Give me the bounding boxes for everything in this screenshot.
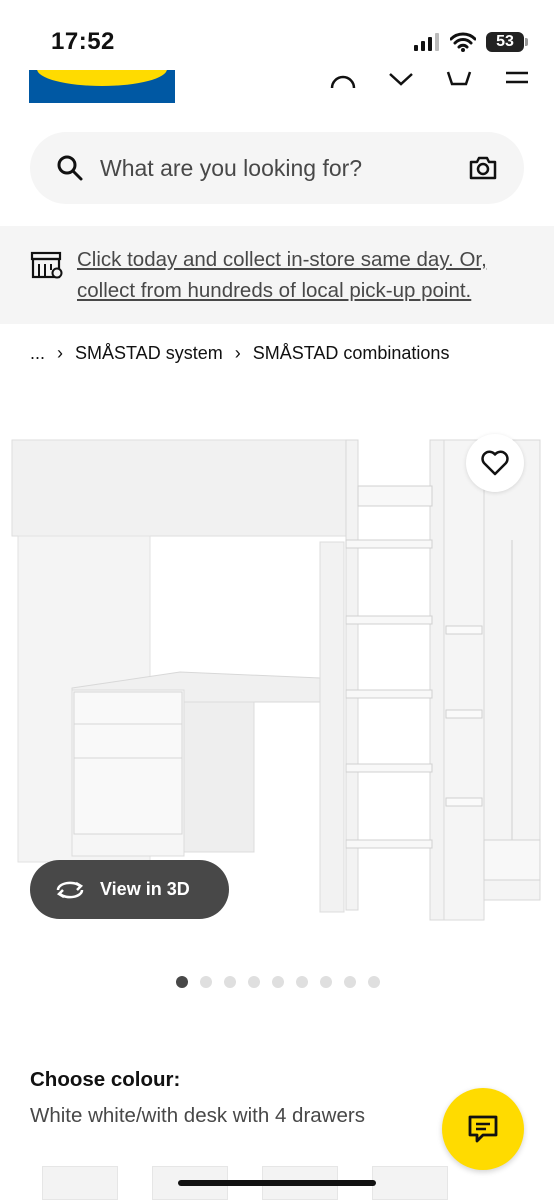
- heart-icon: [481, 450, 509, 476]
- carousel-dot[interactable]: [368, 976, 380, 988]
- status-time: 17:52: [51, 28, 115, 55]
- bed-top-panel: [11, 439, 347, 537]
- search-input[interactable]: [100, 132, 460, 204]
- shelf-3: [445, 797, 483, 807]
- carousel-dot[interactable]: [224, 976, 236, 988]
- wardrobe-drawer: [483, 839, 541, 881]
- click-collect-banner: Click today and collect in-store same da…: [0, 226, 554, 324]
- chat-button[interactable]: [442, 1088, 524, 1170]
- logo-oval: [37, 70, 167, 86]
- search-icon: [57, 155, 83, 181]
- view-in-3d-label: View in 3D: [100, 879, 190, 899]
- ladder-step-1: [357, 485, 433, 507]
- carousel-dot[interactable]: [296, 976, 308, 988]
- bed-leg: [319, 541, 345, 913]
- shelf-unit: [443, 439, 485, 921]
- carousel-dot[interactable]: [344, 976, 356, 988]
- battery-level: 53: [496, 33, 514, 50]
- camera-icon[interactable]: [468, 154, 498, 182]
- header: [0, 70, 554, 110]
- wifi-icon: [450, 32, 476, 52]
- ladder-step-4: [345, 689, 433, 699]
- chat-icon: [468, 1115, 498, 1143]
- choose-colour-heading: Choose colour:: [30, 1068, 181, 1091]
- carousel-dot[interactable]: [248, 976, 260, 988]
- breadcrumb-separator: ›: [234, 343, 241, 363]
- breadcrumb-separator: ›: [57, 343, 64, 363]
- drawer-3: [73, 757, 183, 835]
- breadcrumb-item-combinations[interactable]: SMÅSTAD combinations: [253, 343, 450, 364]
- signal-icon: [414, 33, 439, 51]
- breadcrumb-item-ellipsis[interactable]: ...: [30, 343, 45, 364]
- drawer-side: [183, 701, 255, 853]
- selected-colour-value: White white/with desk with 4 drawers: [30, 1104, 365, 1127]
- menu-icon[interactable]: [500, 70, 534, 90]
- carousel-dot[interactable]: [320, 976, 332, 988]
- ladder-step-6: [345, 839, 433, 849]
- search-bar[interactable]: [30, 132, 524, 204]
- favourites-icon[interactable]: [384, 70, 418, 90]
- carousel-dots: [176, 976, 380, 988]
- carousel-dot[interactable]: [272, 976, 284, 988]
- carousel-dot[interactable]: [176, 976, 188, 988]
- account-icon[interactable]: [326, 70, 360, 90]
- favourite-button[interactable]: [466, 434, 524, 492]
- click-collect-link[interactable]: Click today and collect in-store same da…: [77, 244, 527, 306]
- carousel-dot[interactable]: [200, 976, 212, 988]
- ikea-logo[interactable]: [29, 70, 175, 103]
- colour-thumbnail[interactable]: [372, 1166, 448, 1200]
- shelf-2: [445, 709, 483, 719]
- store-icon: [30, 251, 63, 279]
- view-in-3d-button[interactable]: View in 3D: [30, 860, 229, 919]
- header-icons: [326, 70, 534, 90]
- drawer-2: [73, 723, 183, 761]
- ladder-step-3: [345, 615, 433, 625]
- rotate-3d-icon: [56, 881, 84, 898]
- colour-thumbnail[interactable]: [42, 1166, 118, 1200]
- status-bar: 17:52 53: [0, 0, 554, 70]
- battery-icon: 53: [486, 32, 528, 52]
- breadcrumb-item-system[interactable]: SMÅSTAD system: [75, 343, 223, 364]
- shelf-1: [445, 625, 483, 635]
- basket-icon[interactable]: [442, 70, 476, 90]
- ladder-step-5: [345, 763, 433, 773]
- breadcrumb: ... › SMÅSTAD system › SMÅSTAD combinati…: [30, 343, 449, 364]
- status-icons: 53: [414, 32, 528, 52]
- home-indicator: [178, 1180, 376, 1186]
- ladder-step-2: [345, 539, 433, 549]
